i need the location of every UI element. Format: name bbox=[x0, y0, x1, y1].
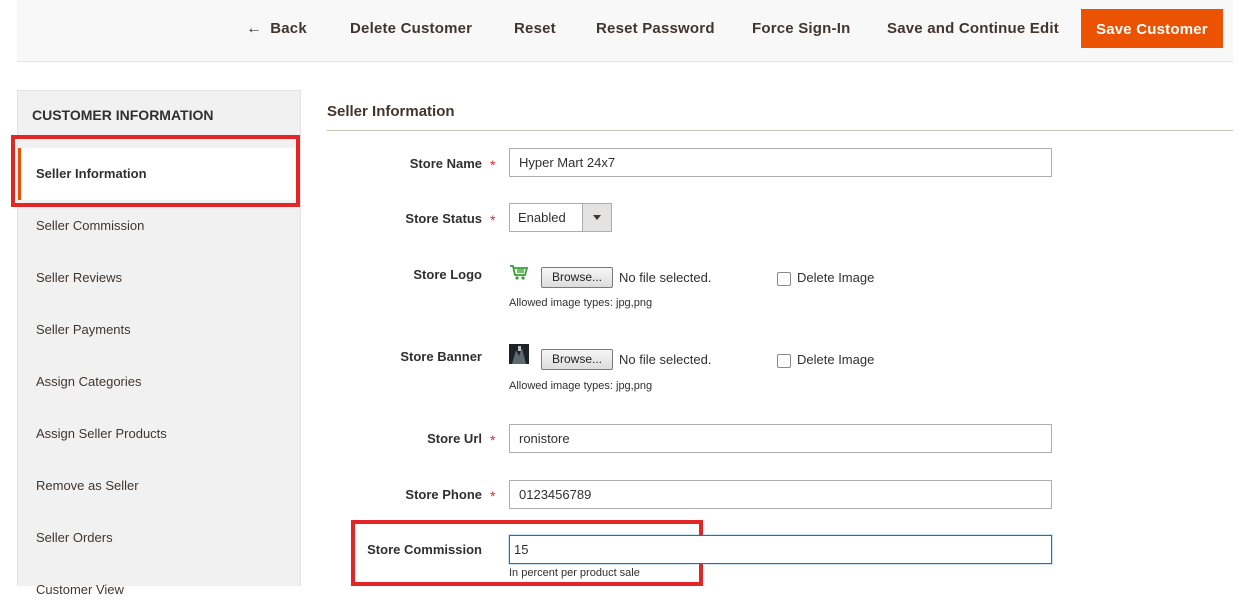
sidebar-item-seller-payments[interactable]: Seller Payments bbox=[18, 304, 300, 356]
delete-customer-button[interactable]: Delete Customer bbox=[350, 9, 472, 48]
store-url-input[interactable]: ronistore bbox=[509, 424, 1052, 453]
store-phone-label: Store Phone bbox=[405, 487, 482, 502]
sidebar-item-assign-categories[interactable]: Assign Categories bbox=[18, 356, 300, 408]
store-status-value: Enabled bbox=[518, 210, 566, 225]
reset-password-button[interactable]: Reset Password bbox=[596, 9, 715, 48]
store-phone-input[interactable]: 0123456789 bbox=[509, 480, 1052, 509]
store-logo-file-status: No file selected. bbox=[619, 270, 712, 285]
store-name-input[interactable]: Hyper Mart 24x7 bbox=[509, 148, 1052, 177]
store-commission-input[interactable]: 15 bbox=[509, 535, 1052, 564]
store-logo-delete-label: Delete Image bbox=[797, 270, 875, 285]
store-banner-note: Allowed image types: jpg,png bbox=[509, 380, 653, 392]
sidebar-item-seller-reviews[interactable]: Seller Reviews bbox=[18, 252, 300, 304]
chevron-down-icon bbox=[582, 204, 611, 231]
store-logo-thumbnail bbox=[510, 265, 529, 280]
store-banner-delete-checkbox[interactable] bbox=[777, 354, 791, 368]
sidebar-item-seller-orders[interactable]: Seller Orders bbox=[18, 512, 300, 564]
section-divider bbox=[327, 130, 1233, 131]
arrow-left-icon: ← bbox=[246, 20, 263, 37]
sidebar-item-customer-view[interactable]: Customer View bbox=[18, 564, 300, 616]
store-commission-note: In percent per product sale bbox=[509, 567, 640, 579]
section-title: Seller Information bbox=[327, 103, 455, 120]
store-status-select[interactable]: Enabled bbox=[509, 203, 612, 232]
store-logo-label: Store Logo bbox=[413, 267, 482, 282]
store-logo-browse-button[interactable]: Browse... bbox=[541, 267, 613, 288]
store-banner-label: Store Banner bbox=[400, 349, 482, 364]
reset-button[interactable]: Reset bbox=[514, 9, 556, 48]
store-status-label: Store Status bbox=[405, 211, 482, 226]
store-banner-browse-button[interactable]: Browse... bbox=[541, 349, 613, 370]
sidebar-item-seller-commission[interactable]: Seller Commission bbox=[18, 200, 300, 252]
store-banner-thumbnail bbox=[509, 344, 529, 364]
required-mark: * bbox=[490, 488, 496, 504]
required-mark: * bbox=[490, 432, 496, 448]
store-commission-label: Store Commission bbox=[367, 542, 482, 557]
sidebar-item-assign-seller-products[interactable]: Assign Seller Products bbox=[18, 408, 300, 460]
save-continue-button[interactable]: Save and Continue Edit bbox=[887, 9, 1059, 48]
force-signin-button[interactable]: Force Sign-In bbox=[752, 9, 850, 48]
required-mark: * bbox=[490, 212, 496, 228]
back-button[interactable]: ← Back bbox=[246, 9, 307, 48]
sidebar-item-remove-as-seller[interactable]: Remove as Seller bbox=[18, 460, 300, 512]
store-banner-file-status: No file selected. bbox=[619, 352, 712, 367]
store-url-label: Store Url bbox=[427, 431, 482, 446]
store-name-label: Store Name bbox=[409, 156, 482, 171]
store-logo-delete-checkbox[interactable] bbox=[777, 272, 791, 286]
store-logo-note: Allowed image types: jpg,png bbox=[509, 297, 653, 309]
sidebar-title: CUSTOMER INFORMATION bbox=[32, 107, 214, 123]
store-banner-delete-label: Delete Image bbox=[797, 352, 875, 367]
required-mark: * bbox=[490, 157, 496, 173]
highlight-box-seller-information bbox=[11, 135, 300, 207]
save-customer-button[interactable]: Save Customer bbox=[1081, 9, 1223, 48]
